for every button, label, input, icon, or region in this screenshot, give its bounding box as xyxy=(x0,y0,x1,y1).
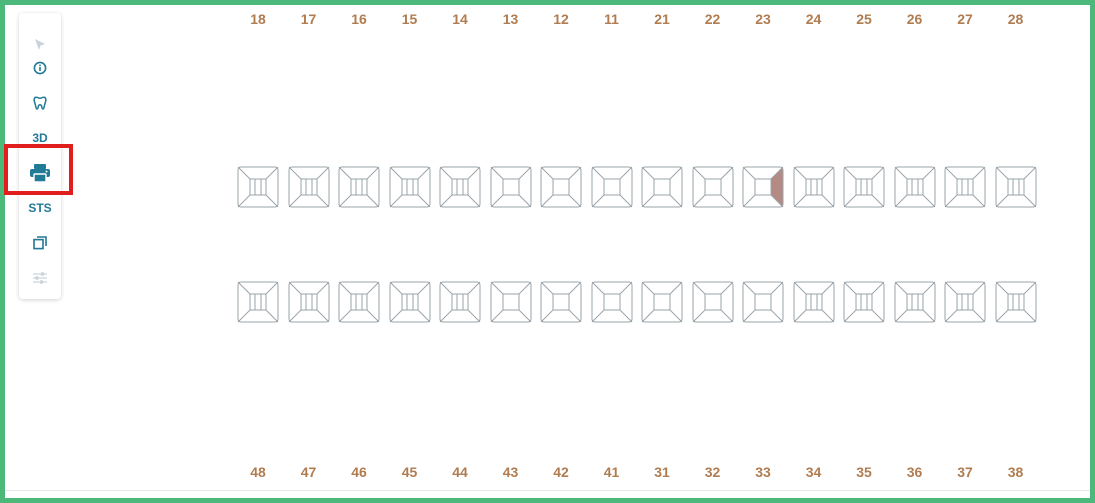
tooth-number: 32 xyxy=(704,464,721,480)
sts-label: STS xyxy=(28,201,52,215)
upper-tooth-numbers: 18 17 16 15 14 13 12 11 21 22 23 24 25 26 27 28 xyxy=(0,9,1095,29)
tooth-47[interactable] xyxy=(288,281,330,323)
tooth-26[interactable] xyxy=(894,166,936,208)
tooth-33[interactable] xyxy=(742,281,784,323)
tooth-number: 26 xyxy=(906,11,923,27)
info-button[interactable] xyxy=(19,56,61,80)
tooth-45[interactable] xyxy=(389,281,431,323)
tooth-number: 38 xyxy=(1007,464,1024,480)
tooth-number: 43 xyxy=(502,464,519,480)
tooth-15[interactable] xyxy=(389,166,431,208)
tooth-number: 27 xyxy=(957,11,973,27)
tooth-number: 24 xyxy=(805,11,822,27)
tooth-number: 36 xyxy=(906,464,923,480)
tooth-number: 37 xyxy=(957,464,973,480)
tooth-21[interactable] xyxy=(641,166,683,208)
settings-button[interactable] xyxy=(19,266,61,290)
tooth-number: 25 xyxy=(856,11,872,27)
tooth-48[interactable] xyxy=(237,281,279,323)
tooth-44[interactable] xyxy=(439,281,481,323)
tooth-23[interactable] xyxy=(742,166,784,208)
tooth-32[interactable] xyxy=(692,281,734,323)
tooth-number: 34 xyxy=(805,464,822,480)
tooth-number: 18 xyxy=(250,11,266,27)
tooth-number: 15 xyxy=(401,11,418,27)
tooth-27[interactable] xyxy=(944,166,986,208)
tooth-number: 33 xyxy=(755,464,771,480)
tooth-button[interactable] xyxy=(19,91,61,115)
tooth-number: 41 xyxy=(603,464,620,480)
print-button-highlight xyxy=(4,144,73,195)
tooth-41[interactable] xyxy=(591,281,633,323)
tooth-number: 47 xyxy=(300,464,317,480)
tooth-37[interactable] xyxy=(944,281,986,323)
tooth-number: 44 xyxy=(452,464,468,480)
sts-button[interactable]: STS xyxy=(19,196,61,220)
tooth-35[interactable] xyxy=(843,281,885,323)
tooth-number: 48 xyxy=(250,464,266,480)
tooth-46[interactable] xyxy=(338,281,380,323)
tooth-number: 45 xyxy=(401,464,418,480)
tooth-number: 22 xyxy=(704,11,721,27)
tooth-number: 13 xyxy=(502,11,519,27)
info-icon xyxy=(33,61,47,75)
window-frame xyxy=(0,0,1095,503)
tooth-11[interactable] xyxy=(591,166,633,208)
tooth-42[interactable] xyxy=(540,281,582,323)
divider xyxy=(5,490,1090,491)
tooth-43[interactable] xyxy=(490,281,532,323)
tooth-22[interactable] xyxy=(692,166,734,208)
lower-tooth-numbers: 48 47 46 45 44 43 42 41 31 32 33 34 35 36 37 38 xyxy=(0,462,1095,482)
select-cursor-button[interactable] xyxy=(19,33,61,57)
tooth-number: 46 xyxy=(351,464,367,480)
tooth-13[interactable] xyxy=(490,166,532,208)
tooth-31[interactable] xyxy=(641,281,683,323)
tooth-24[interactable] xyxy=(793,166,835,208)
sliders-icon xyxy=(32,271,48,285)
tooth-number: 23 xyxy=(755,11,771,27)
tooth-25[interactable] xyxy=(843,166,885,208)
tooth-number: 35 xyxy=(856,464,872,480)
tooth-number: 11 xyxy=(604,11,619,27)
tooth-18[interactable] xyxy=(237,166,279,208)
tooth-14[interactable] xyxy=(439,166,481,208)
copy-icon xyxy=(33,236,47,250)
3d-label: 3D xyxy=(32,131,48,145)
tooth-38[interactable] xyxy=(995,281,1037,323)
tooth-number: 14 xyxy=(452,11,468,27)
tooth-12[interactable] xyxy=(540,166,582,208)
tooth-number: 31 xyxy=(654,464,670,480)
tooth-34[interactable] xyxy=(793,281,835,323)
tooth-number: 42 xyxy=(553,464,569,480)
tooth-number: 21 xyxy=(654,11,670,27)
tooth-number: 17 xyxy=(300,11,317,27)
tooth-36[interactable] xyxy=(894,281,936,323)
tooth-number: 12 xyxy=(553,11,569,27)
tooth-28[interactable] xyxy=(995,166,1037,208)
tooth-number: 16 xyxy=(351,11,367,27)
cursor-icon xyxy=(32,37,48,53)
tooth-icon xyxy=(32,95,48,111)
tooth-16[interactable] xyxy=(338,166,380,208)
tooth-17[interactable] xyxy=(288,166,330,208)
tooth-number: 28 xyxy=(1007,11,1024,27)
copy-button[interactable] xyxy=(19,231,61,255)
